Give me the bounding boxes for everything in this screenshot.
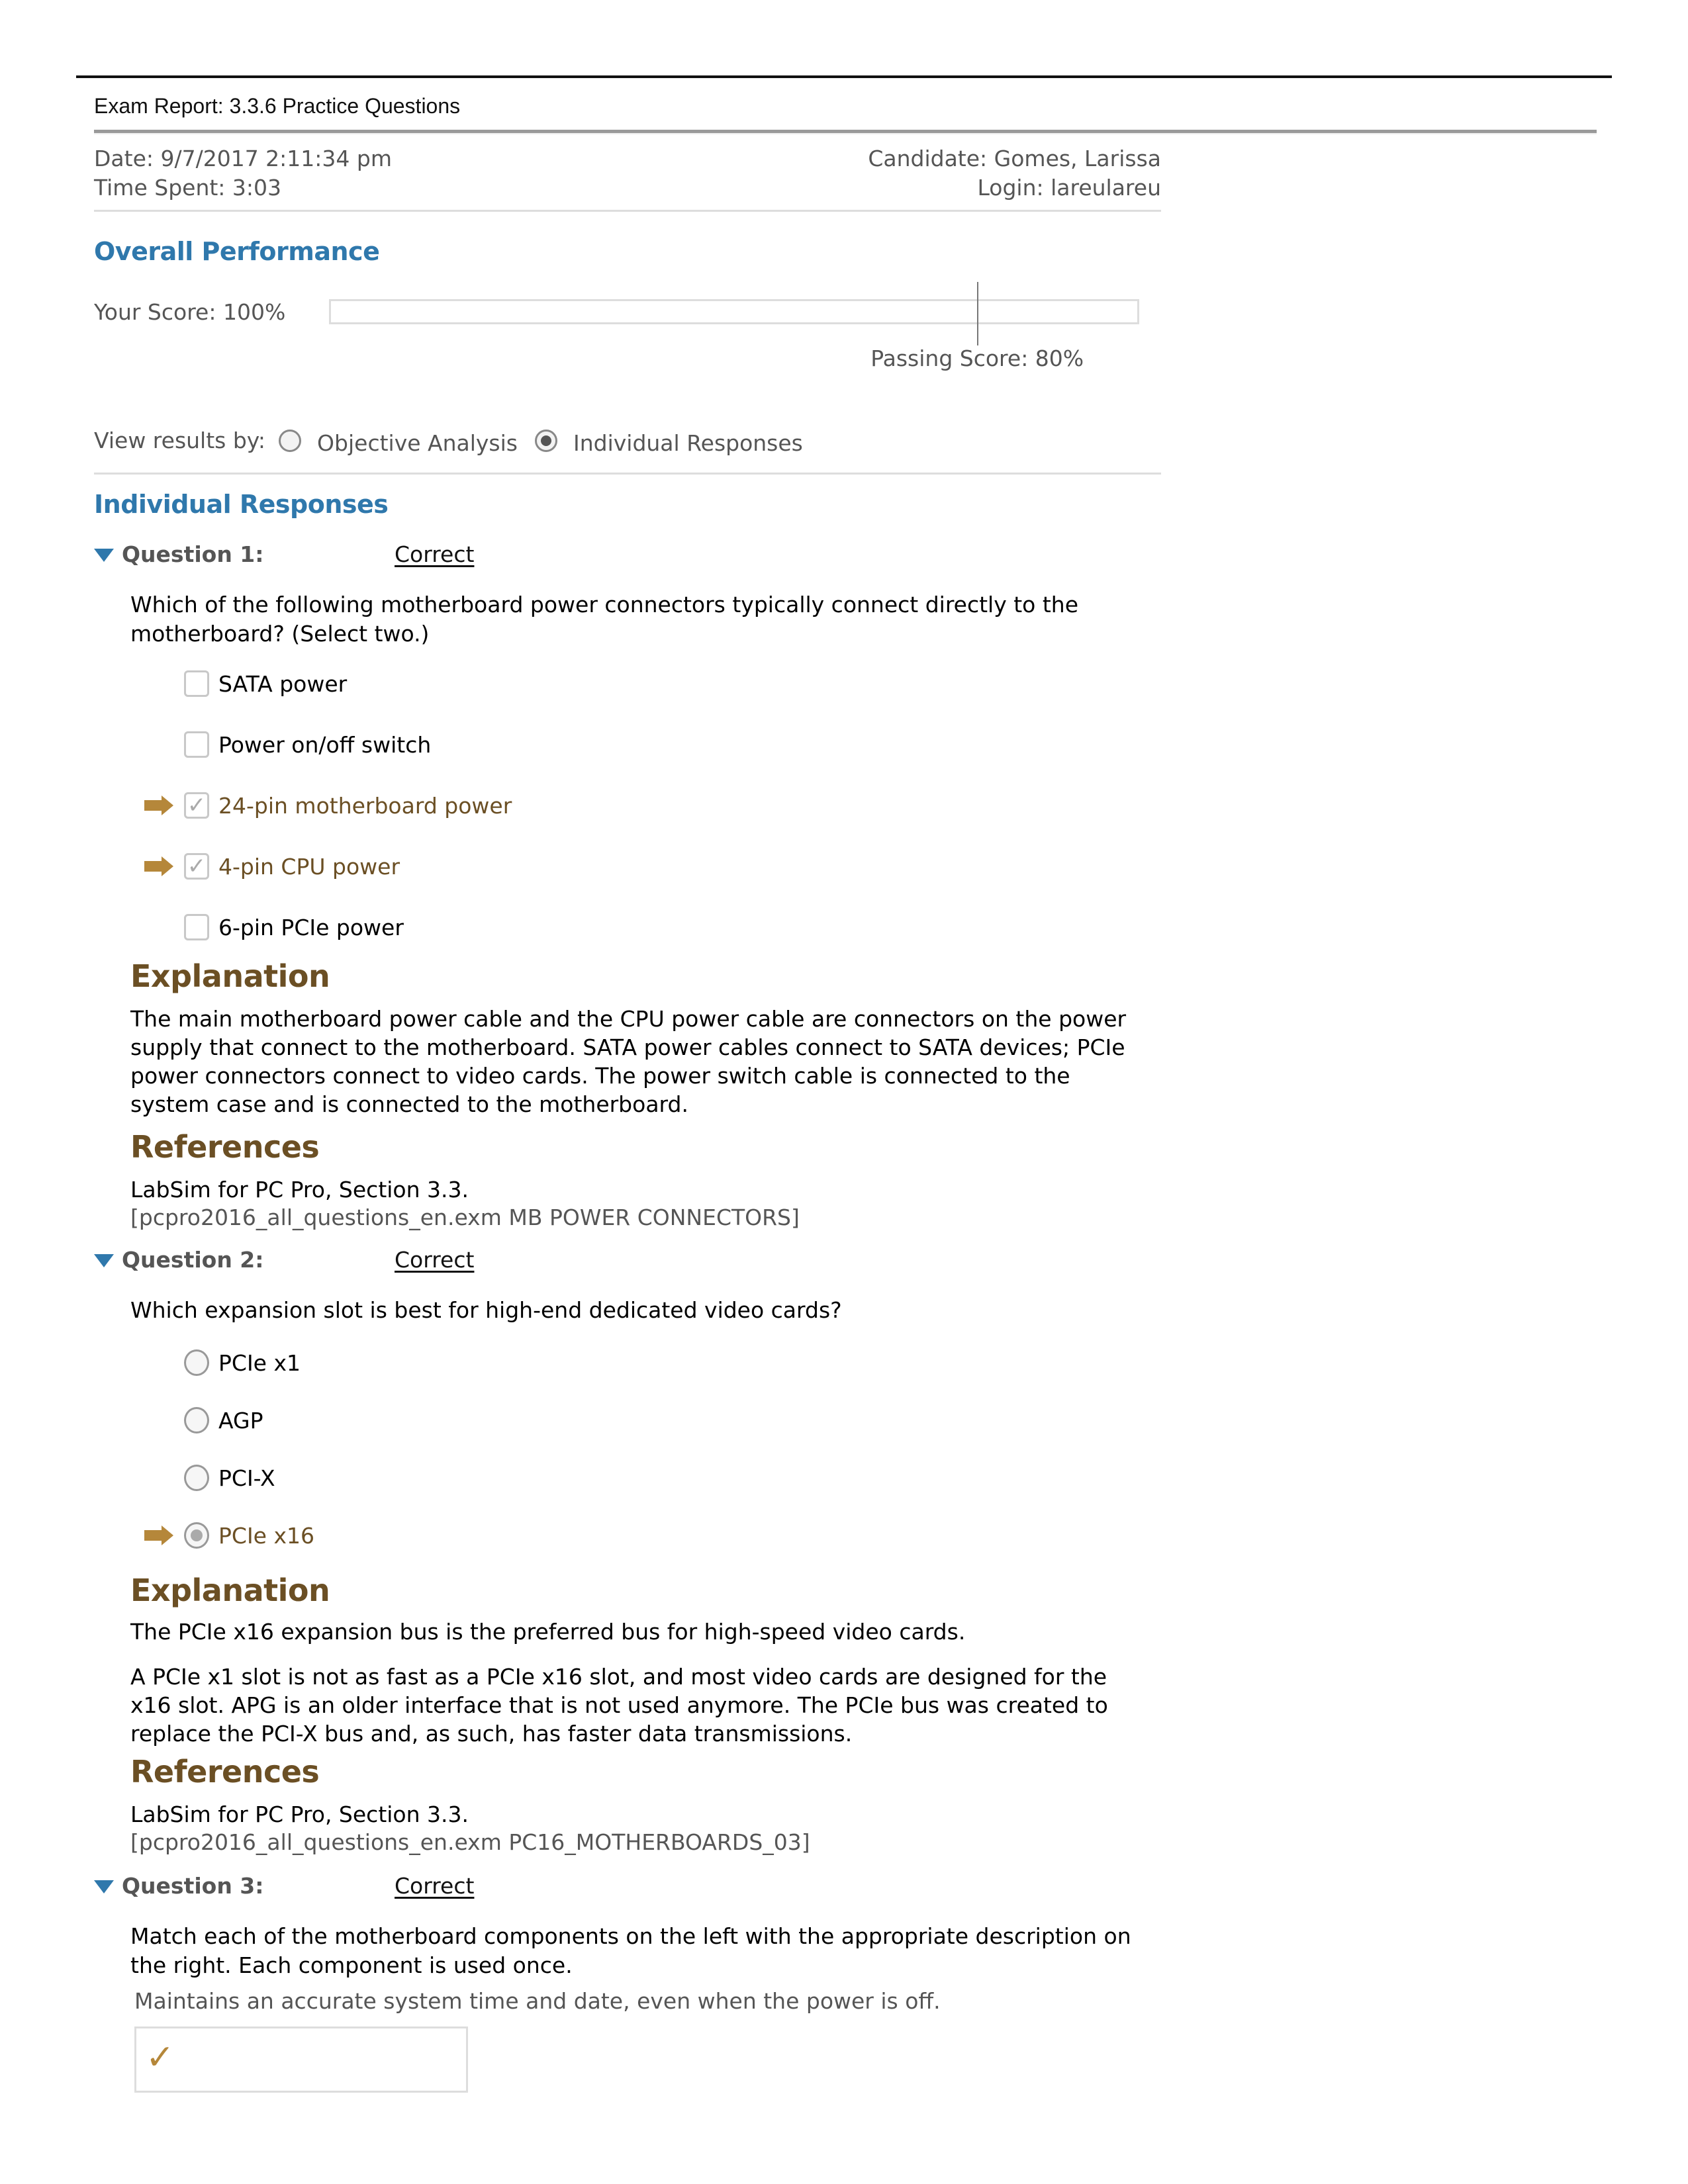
answer-label: 4-pin CPU power (218, 853, 400, 880)
explanation-text: A PCIe x1 slot is not as fast as a PCIe … (130, 1664, 1108, 1747)
references-heading: References (130, 1754, 320, 1790)
individual-responses-radio[interactable] (534, 429, 557, 452)
collapse-triangle-icon[interactable] (94, 548, 114, 562)
answer-option: ✓ 4-pin CPU power (144, 851, 400, 882)
individual-responses-heading: Individual Responses (94, 490, 389, 519)
correct-answer-arrow-icon (144, 796, 175, 815)
collapse-triangle-icon[interactable] (94, 1253, 114, 1267)
view-results-label: View results by: (94, 428, 266, 453)
answer-label: PCIe x1 (218, 1349, 301, 1376)
view-divider (94, 473, 1161, 475)
individual-responses-label: Individual Responses (573, 430, 803, 456)
question-label: Question 3: (122, 1873, 264, 1899)
passing-score-label: Passing Score: 80% (870, 345, 1084, 371)
score-progress-fill (331, 301, 1137, 322)
answer-radio-selected (184, 1522, 209, 1549)
answer-label: 6-pin PCIe power (218, 914, 404, 940)
question-label: Question 2: (122, 1247, 264, 1273)
match-answer-box: ✓ (134, 2026, 468, 2093)
reference-code: [pcpro2016_all_questions_en.exm PC16_MOT… (130, 1829, 810, 1855)
your-score-label: Your Score: 100% (94, 299, 286, 325)
question-text: Which of the following motherboard power… (130, 592, 1079, 647)
answer-option: SATA power (144, 668, 347, 699)
answer-checkbox (184, 670, 209, 697)
answer-option: Power on/off switch (144, 729, 431, 760)
answer-option: ✓ 24-pin motherboard power (144, 790, 512, 821)
answer-checkbox (184, 731, 209, 758)
answer-label: 24-pin motherboard power (218, 792, 512, 819)
answer-option: PCI-X (144, 1463, 275, 1493)
question-text: Match each of the motherboard components… (130, 1923, 1131, 1978)
question-3-header[interactable]: Question 3: Correct (94, 1873, 474, 1899)
checkmark-icon: ✓ (146, 2038, 175, 2077)
reference-text: LabSim for PC Pro, Section 3.3. (130, 1801, 469, 1827)
login-id: Login: lareulareu (977, 175, 1161, 201)
view-results-by: View results by: Objective Analysis Indi… (94, 425, 820, 456)
answer-option: PCIe x16 (144, 1520, 314, 1551)
question-label: Question 1: (122, 541, 264, 567)
collapse-triangle-icon[interactable] (94, 1880, 114, 1893)
answer-checkbox (184, 914, 209, 940)
page-top-rule (76, 75, 1612, 78)
answer-checkbox-checked: ✓ (184, 853, 209, 880)
reference-text: LabSim for PC Pro, Section 3.3. (130, 1177, 469, 1203)
question-1-header[interactable]: Question 1: Correct (94, 541, 474, 567)
answer-radio (184, 1407, 209, 1433)
answer-label: SATA power (218, 670, 348, 697)
answer-radio (184, 1349, 209, 1376)
report-meta: Date: 9/7/2017 2:11:34 pm Candidate: Gom… (94, 144, 1161, 203)
answer-label: Power on/off switch (218, 731, 432, 758)
meta-divider (94, 210, 1161, 212)
time-spent: Time Spent: 3:03 (94, 175, 282, 201)
explanation-text: The main motherboard power cable and the… (130, 1006, 1127, 1117)
explanation-text: The PCIe x16 expansion bus is the prefer… (130, 1619, 966, 1645)
candidate-name: Candidate: Gomes, Larissa (868, 146, 1161, 171)
answer-option: AGP (144, 1405, 263, 1435)
question-2-header[interactable]: Question 2: Correct (94, 1247, 474, 1273)
question-text: Which expansion slot is best for high-en… (130, 1297, 842, 1323)
objective-analysis-radio[interactable] (279, 429, 302, 452)
question-status[interactable]: Correct (395, 1873, 474, 1899)
report-date: Date: 9/7/2017 2:11:34 pm (94, 146, 392, 171)
answer-radio (184, 1465, 209, 1491)
answer-option: 6-pin PCIe power (144, 912, 404, 942)
answer-label: AGP (218, 1407, 263, 1433)
match-description: Maintains an accurate system time and da… (134, 1988, 941, 2014)
explanation-heading: Explanation (130, 1572, 330, 1608)
correct-answer-arrow-icon (144, 856, 175, 876)
answer-option: PCIe x1 (144, 1347, 301, 1378)
explanation-heading: Explanation (130, 958, 330, 994)
title-divider (94, 130, 1597, 134)
references-heading: References (130, 1129, 320, 1165)
answer-checkbox-checked: ✓ (184, 792, 209, 819)
answer-label: PCI-X (218, 1465, 275, 1491)
reference-code: [pcpro2016_all_questions_en.exm MB POWER… (130, 1205, 800, 1230)
score-progress-bar (329, 299, 1139, 324)
view-option-individual-responses[interactable]: Individual Responses (534, 425, 803, 456)
correct-answer-arrow-icon (144, 1525, 175, 1545)
passing-score-marker (977, 282, 979, 345)
view-option-objective-analysis[interactable]: Objective Analysis (279, 425, 518, 456)
report-title: Exam Report: 3.3.6 Practice Questions (94, 94, 461, 118)
question-status[interactable]: Correct (395, 541, 474, 567)
answer-label: PCIe x16 (218, 1522, 314, 1549)
overall-performance-heading: Overall Performance (94, 237, 380, 266)
question-status[interactable]: Correct (395, 1247, 474, 1273)
objective-analysis-label: Objective Analysis (317, 430, 518, 456)
